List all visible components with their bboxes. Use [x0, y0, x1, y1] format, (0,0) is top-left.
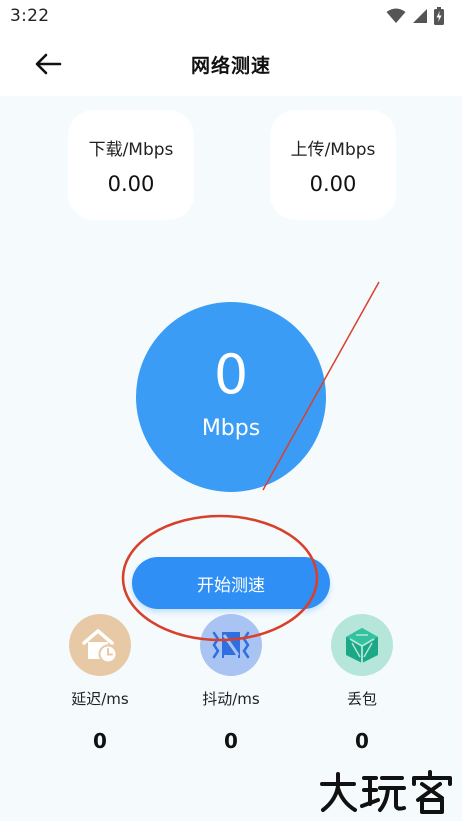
status-bar: 3:22 — [0, 0, 462, 32]
latency-label: 延迟/ms — [71, 690, 129, 708]
upload-label: 上传/Mbps — [290, 139, 376, 160]
jitter-metric: 抖动/ms 0 — [181, 614, 281, 753]
arrow-left-icon — [35, 53, 62, 75]
status-icons — [386, 7, 444, 25]
upload-card: 上传/Mbps 0.00 — [270, 110, 396, 220]
speed-gauge: 0 Mbps — [136, 302, 326, 492]
packet-loss-label: 丢包 — [346, 690, 377, 708]
house-clock-icon — [69, 614, 131, 676]
latency-value: 0 — [93, 729, 107, 753]
page-title: 网络测速 — [190, 54, 271, 77]
wifi-icon — [386, 8, 406, 23]
app-header: 网络测速 — [0, 32, 462, 96]
upload-value: 0.00 — [309, 171, 357, 196]
download-label: 下载/Mbps — [88, 139, 174, 160]
cell-signal-icon — [413, 9, 427, 23]
packet-loss-metric: 丢包 0 — [312, 614, 412, 753]
battery-charging-icon — [434, 7, 444, 25]
gauge-unit: Mbps — [201, 415, 261, 441]
download-card: 下载/Mbps 0.00 — [68, 110, 194, 220]
back-button[interactable] — [28, 46, 68, 82]
start-test-button[interactable]: 开始测速 — [132, 557, 330, 609]
watermark-logo — [320, 770, 452, 814]
gauge-speed-value: 0 — [213, 342, 249, 406]
jitter-value: 0 — [224, 729, 238, 753]
packet-loss-value: 0 — [355, 729, 369, 753]
download-value: 0.00 — [107, 171, 155, 196]
latency-metric: 延迟/ms 0 — [50, 614, 150, 753]
jitter-box-icon — [200, 614, 262, 676]
jitter-label: 抖动/ms — [202, 690, 260, 708]
cube-icon — [331, 614, 393, 676]
status-time: 3:22 — [10, 6, 50, 26]
speed-test-screen: 3:22 网络测速 下载/Mbps 0.00 上传/Mbps 0.00 0 Mb… — [0, 0, 462, 821]
